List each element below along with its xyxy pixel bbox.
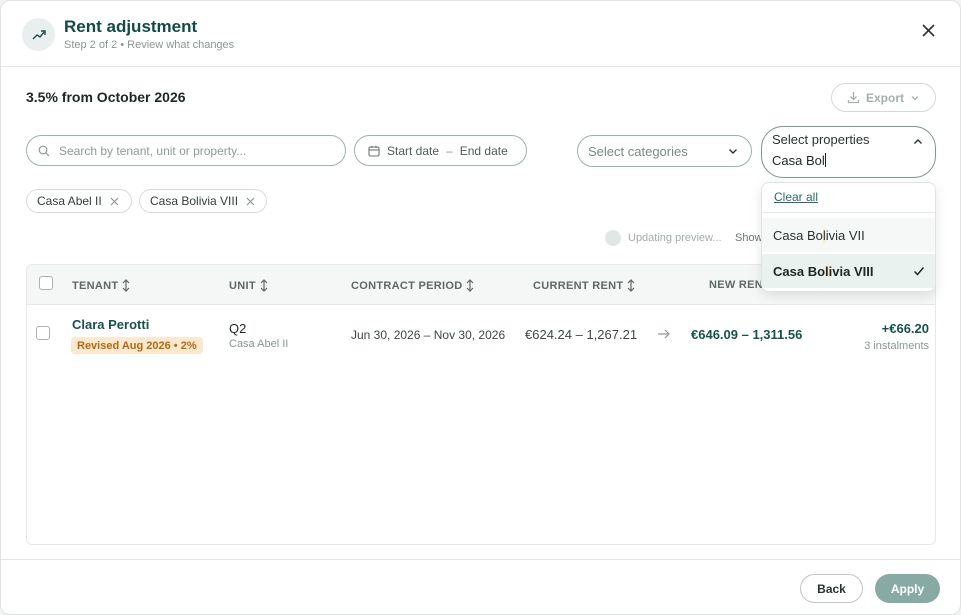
unit-property: Casa Abel II: [229, 338, 289, 350]
remove-chip-icon[interactable]: [110, 197, 119, 206]
dropdown-option-selected[interactable]: Casa Bo l ivia VIII: [762, 254, 935, 288]
adjustment-summary-title: 3.5% from October 2026: [26, 89, 186, 105]
modal-footer: Back Apply: [1, 559, 960, 614]
chip-label: Casa Abel II: [37, 194, 102, 208]
updating-preview-label: Updating preview...: [628, 232, 722, 244]
remove-chip-icon[interactable]: [246, 197, 255, 206]
trending-up-icon: [22, 18, 55, 51]
chip-label: Casa Bolivia VIII: [150, 194, 239, 208]
row-checkbox[interactable]: [36, 326, 50, 340]
property-chip: Casa Bolivia VIII: [139, 189, 267, 213]
rent-difference: +€66.20: [881, 321, 929, 336]
new-rent: €646.09 – 1,311.56: [691, 327, 803, 342]
revision-badge: Revised Aug 2026 • 2%: [71, 337, 203, 354]
dropdown-divider: [762, 212, 935, 213]
export-button[interactable]: Export: [831, 83, 936, 112]
sort-icon: [260, 279, 268, 292]
chevron-up-icon: [914, 139, 922, 144]
date-range-picker[interactable]: Start date – End date: [354, 135, 527, 166]
current-rent: €624.24 – 1,267.21: [525, 327, 638, 342]
spinner-icon: [605, 230, 621, 246]
apply-button[interactable]: Apply: [875, 574, 940, 603]
close-button[interactable]: [915, 17, 941, 43]
calendar-icon: [368, 145, 380, 157]
instalments-count: 3 instalments: [864, 340, 929, 352]
column-header-tenant[interactable]: TENANT: [72, 279, 130, 292]
sort-icon: [122, 279, 130, 292]
properties-dropdown: Clear all Casa Bo l ivia VII Casa Bo l ivia …: [761, 182, 936, 292]
search-input[interactable]: [59, 143, 345, 158]
chevron-down-icon: [911, 95, 919, 100]
modal-subtitle: Step 2 of 2 • Review what changes: [64, 39, 235, 51]
end-date-input[interactable]: End date: [460, 144, 508, 158]
check-icon: [913, 267, 925, 276]
properties-search-input[interactable]: Casa Bol: [772, 153, 925, 168]
chevron-down-icon: [729, 149, 737, 154]
back-button[interactable]: Back: [800, 574, 863, 603]
contract-period: Jun 30, 2026 – Nov 30, 2026: [351, 328, 506, 342]
tenant-name-link[interactable]: Clara Perotti: [72, 317, 149, 332]
rent-adjustment-modal: Rent adjustment Step 2 of 2 • Review wha…: [0, 0, 961, 615]
property-chip: Casa Abel II: [26, 189, 132, 213]
date-separator: –: [446, 143, 453, 158]
categories-select[interactable]: Select categories: [577, 135, 752, 167]
select-all-checkbox[interactable]: [39, 276, 53, 290]
arrow-right-icon: [658, 329, 670, 339]
search-icon: [38, 145, 50, 156]
updating-preview-status: Updating preview...: [605, 230, 722, 246]
column-header-unit[interactable]: UNIT: [229, 279, 268, 292]
show-toggle-label[interactable]: Show: [735, 232, 763, 244]
sort-icon: [467, 279, 474, 292]
column-header-current-rent[interactable]: CURRENT RENT: [533, 279, 635, 292]
column-header-contract-period[interactable]: CONTRACT PERIOD: [351, 279, 474, 292]
properties-select[interactable]: Select properties Casa Bol: [761, 126, 936, 178]
download-icon: [847, 92, 860, 104]
start-date-input[interactable]: Start date: [387, 144, 439, 158]
search-field[interactable]: [26, 135, 346, 166]
dropdown-option[interactable]: Casa Bo l ivia VII: [762, 218, 935, 252]
export-label: Export: [865, 90, 904, 105]
preview-table: TENANT UNIT CONTRACT PERIOD CURRENT RENT…: [26, 264, 936, 545]
properties-placeholder: Select properties: [772, 132, 870, 147]
sort-icon: [627, 279, 635, 292]
table-row[interactable]: Clara Perotti Revised Aug 2026 • 2% Q2 C…: [27, 306, 935, 364]
modal-header: Rent adjustment Step 2 of 2 • Review wha…: [1, 1, 960, 67]
categories-placeholder: Select categories: [588, 143, 688, 159]
close-icon: [921, 23, 935, 37]
clear-all-link[interactable]: Clear all: [774, 190, 818, 204]
modal-title: Rent adjustment: [64, 17, 198, 36]
unit-code: Q2: [229, 321, 247, 336]
